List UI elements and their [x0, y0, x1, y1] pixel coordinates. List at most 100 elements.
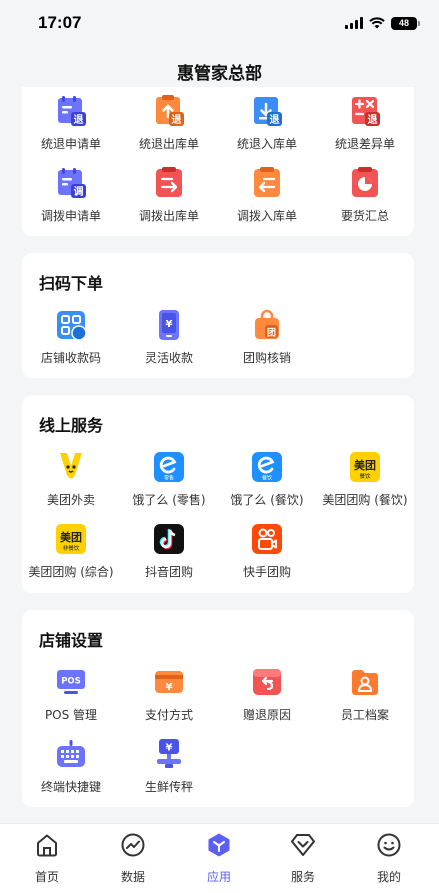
profile-icon	[377, 833, 401, 857]
order-summary-icon	[349, 167, 381, 199]
status-time: 17:07	[38, 13, 82, 32]
svg-text:餐饮: 餐饮	[359, 472, 371, 480]
grid-item-fresh-scale[interactable]: ¥ 生鲜传秤	[120, 738, 218, 795]
grid-label: 快手团购	[242, 565, 291, 579]
section-title: 线上服务	[39, 416, 104, 435]
transfer-request-icon: 调	[55, 167, 87, 199]
svg-text:¥: ¥	[166, 319, 173, 330]
pos-icon: POS	[55, 666, 87, 698]
douyin-icon	[153, 523, 185, 555]
grid-label: 要货汇总	[340, 209, 389, 223]
grid-item-return-inbound[interactable]: 退 统退入库单	[218, 95, 316, 152]
svg-text:退: 退	[172, 114, 182, 126]
svg-text:¥: ¥	[166, 682, 173, 693]
svg-text:POS: POS	[61, 677, 81, 687]
apps-icon	[208, 833, 230, 857]
grid-item-terminal-shortcut[interactable]: 终端快捷键	[22, 738, 120, 795]
grid-item-flexible-payment[interactable]: ¥ 灵活收款	[120, 309, 218, 366]
grid-label: 美团团购 (餐饮)	[322, 493, 408, 507]
keyboard-icon	[55, 738, 87, 770]
wifi-icon	[369, 17, 385, 29]
grid-item-return-request[interactable]: 退 统退申请单	[22, 95, 120, 152]
grid-item-meituan-food[interactable]: 美团 餐饮 美团团购 (餐饮)	[316, 451, 414, 508]
grid-item-kuaishou[interactable]: 快手团购	[218, 523, 316, 580]
tab-label: 数据	[120, 870, 145, 884]
section-title: 扫码下单	[39, 274, 104, 293]
svg-text:餐饮: 餐饮	[262, 475, 272, 482]
grid-item-group-redeem[interactable]: 团 团购核销	[218, 309, 316, 366]
grid-item-store-qr[interactable]: 店铺收款码	[22, 309, 120, 366]
grid-label: 调拨出库单	[138, 209, 199, 223]
grid-label: 支付方式	[144, 708, 193, 722]
tab-home[interactable]: 首页	[12, 832, 82, 885]
grid-label: 统退差异单	[334, 137, 395, 151]
eleme-food-icon: 餐饮	[251, 451, 283, 483]
grid-item-meituan-general[interactable]: 美团 非餐饮 美团团购 (综合)	[22, 523, 120, 580]
qr-code-icon	[55, 309, 87, 341]
payment-card-icon: ¥	[153, 666, 185, 698]
online-services-card: 线上服务 美团外卖 零售 饿了么 (零售) 餐饮 饿了么 (餐饮) 美团 餐饮 …	[22, 395, 414, 593]
grid-item-return-reason[interactable]: 赠退原因	[218, 666, 316, 723]
shopping-bag-icon: 团	[251, 309, 283, 341]
grid-label: 调拨入库单	[236, 209, 297, 223]
employee-folder-icon	[349, 666, 381, 698]
grid-item-eleme-food[interactable]: 餐饮 饿了么 (餐饮)	[218, 451, 316, 508]
grid-item-douyin[interactable]: 抖音团购	[120, 523, 218, 580]
grid-label: 赠退原因	[242, 708, 291, 722]
return-reason-icon	[251, 666, 283, 698]
grid-label: 店铺收款码	[40, 351, 101, 365]
tab-label: 服务	[290, 870, 315, 884]
svg-text:零售: 零售	[164, 475, 174, 482]
tab-profile[interactable]: 我的	[354, 832, 424, 885]
grid-label: 团购核销	[242, 351, 291, 365]
meituan-waimai-icon	[55, 451, 87, 483]
grid-item-pos[interactable]: POS POS 管理	[22, 666, 120, 723]
grid-item-transfer-outbound[interactable]: 调拨出库单	[120, 167, 218, 224]
tab-label: 应用	[206, 870, 231, 884]
grid-label: 灵活收款	[144, 351, 193, 365]
grid-label: 饿了么 (餐饮)	[230, 493, 304, 507]
grid-item-return-diff[interactable]: 退 统退差异单	[316, 95, 414, 152]
grid-label: POS 管理	[44, 708, 98, 722]
chart-icon	[121, 833, 145, 857]
phone-payment-icon: ¥	[153, 309, 185, 341]
meituan-general-icon: 美团 非餐饮	[55, 523, 87, 555]
meituan-food-icon: 美团 餐饮	[349, 451, 381, 483]
return-request-icon: 退	[55, 95, 87, 127]
grid-item-order-summary[interactable]: 要货汇总	[316, 167, 414, 224]
tab-service[interactable]: 服务	[268, 832, 338, 885]
tab-data[interactable]: 数据	[98, 832, 168, 885]
grid-label: 生鲜传秤	[144, 780, 193, 794]
svg-text:¥: ¥	[166, 743, 173, 754]
return-diff-icon: 退	[349, 95, 381, 127]
tab-label: 我的	[376, 870, 401, 884]
section-title: 店铺设置	[39, 631, 104, 650]
grid-label: 抖音团购	[144, 565, 193, 579]
grid-item-transfer-request[interactable]: 调 调拨申请单	[22, 167, 120, 224]
return-inbound-icon: 退	[251, 95, 283, 127]
grid-label: 员工档案	[340, 708, 389, 722]
grid-item-employee-file[interactable]: 员工档案	[316, 666, 414, 723]
scale-icon: ¥	[153, 738, 185, 770]
stock-card: 退 统退申请单 退 统退出库单 退 统退入库单 退 统退差异单 调 调拨申请单 …	[22, 87, 414, 236]
grid-label: 统退入库单	[236, 137, 297, 151]
grid-item-transfer-inbound[interactable]: 调拨入库单	[218, 167, 316, 224]
grid-label: 统退出库单	[138, 137, 199, 151]
grid-item-eleme-retail[interactable]: 零售 饿了么 (零售)	[120, 451, 218, 508]
kuaishou-icon	[251, 523, 283, 555]
eleme-retail-icon: 零售	[153, 451, 185, 483]
grid-label: 美团团购 (综合)	[28, 565, 114, 579]
status-bar: 17:07 48	[0, 0, 439, 46]
battery-icon: 48	[391, 16, 420, 30]
grid-label: 美团外卖	[46, 493, 95, 507]
grid-label: 统退申请单	[40, 137, 101, 151]
scan-order-card: 扫码下单 店铺收款码 ¥ 灵活收款 团 团购核销	[22, 253, 414, 378]
status-icons: 48	[345, 15, 420, 31]
tab-apps[interactable]: 应用	[184, 832, 254, 885]
transfer-outbound-icon	[153, 167, 185, 199]
svg-text:非餐饮: 非餐饮	[63, 544, 80, 552]
grid-item-payment-method[interactable]: ¥ 支付方式	[120, 666, 218, 723]
grid-item-meituan-waimai[interactable]: 美团外卖	[22, 451, 120, 508]
grid-item-return-outbound[interactable]: 退 统退出库单	[120, 95, 218, 152]
home-icon	[37, 834, 57, 857]
